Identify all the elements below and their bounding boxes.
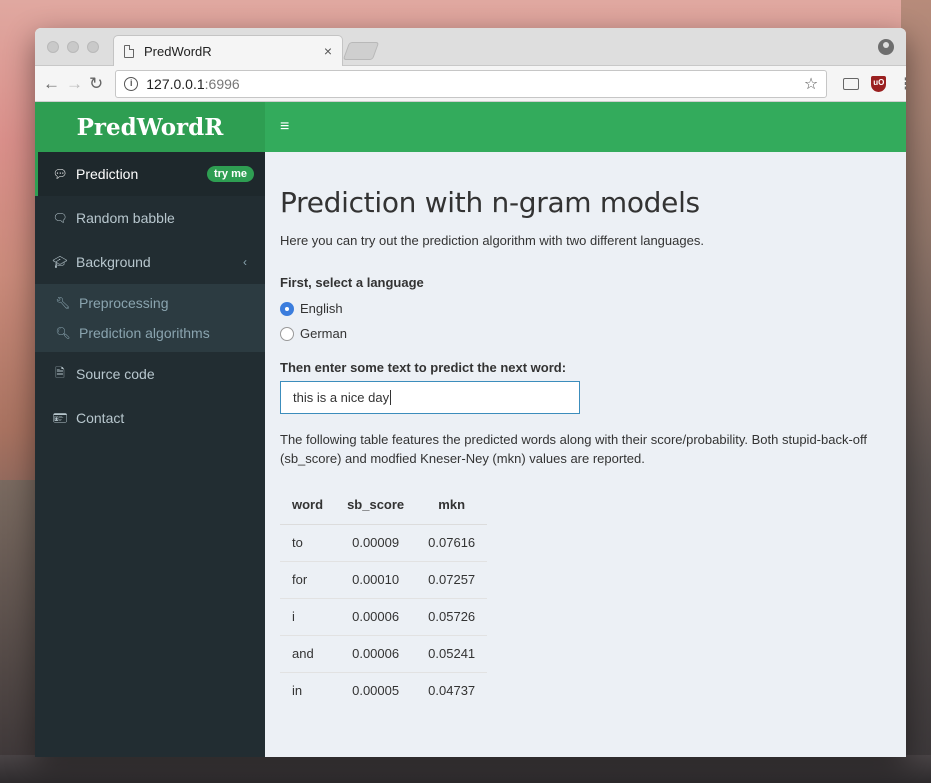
tab-title: PredWordR <box>144 43 212 59</box>
sidebar-item-label: Background <box>76 254 151 270</box>
sidebar-item-source-code[interactable]: 🗎︎ Source code <box>35 352 265 396</box>
main-panel: ≡ Prediction with n-gram models Here you… <box>265 102 906 757</box>
file-code-icon: 🗎︎ <box>55 365 65 380</box>
table-row: in 0.00005 0.04737 <box>280 672 487 709</box>
sidebar-item-random-babble[interactable]: 🗨︎ Random babble <box>35 196 265 240</box>
prediction-table: word sb_score mkn to 0.00009 0.07616 for <box>280 486 488 709</box>
sidebar-subitem-preprocessing[interactable]: 🔧︎ Preprocessing <box>35 288 265 318</box>
back-arrow-icon[interactable]: ← <box>43 74 60 94</box>
browser-tab[interactable]: PredWordR × <box>113 35 343 66</box>
reload-icon[interactable]: ↻ <box>89 74 103 94</box>
intro-text: Here you can try out the prediction algo… <box>280 233 704 248</box>
comments-icon: 🗨︎ <box>52 211 68 225</box>
radio-button[interactable] <box>280 301 294 316</box>
table-cell: 0.00006 <box>335 635 417 673</box>
info-icon[interactable]: i <box>124 76 139 91</box>
content-area: Prediction with n-gram models Here you c… <box>265 152 906 709</box>
minimize-window-button[interactable] <box>67 41 79 53</box>
table-cell: 0.00010 <box>335 561 417 599</box>
page-title: Prediction with n-gram models <box>280 186 700 219</box>
graduation-cap-icon: 🎓︎ <box>52 255 68 269</box>
app-logo[interactable]: PredWordR <box>35 102 265 152</box>
chevron-left-icon: ‹ <box>243 255 247 269</box>
table-cell: to <box>280 524 336 562</box>
desktop-background-bottom <box>0 755 931 783</box>
background-submenu: 🔧︎ Preprocessing 🔍︎ Prediction algorithm… <box>35 284 265 352</box>
table-row: for 0.00010 0.07257 <box>280 561 488 599</box>
radio-label: German <box>300 326 347 341</box>
table-cell: in <box>292 683 303 699</box>
document-icon <box>124 44 134 58</box>
radio-label: English <box>300 301 343 316</box>
sidebar-item-contact[interactable]: 🪪︎ Contact <box>35 396 265 440</box>
text-caret <box>390 390 392 405</box>
sidebar-toggle-icon[interactable]: ≡ <box>280 118 289 136</box>
cast-icon[interactable] <box>843 77 860 90</box>
column-header: word <box>280 486 336 525</box>
column-header: sb_score <box>335 486 417 525</box>
sidebar-subitem-label: Preprocessing <box>79 295 169 311</box>
radio-button[interactable] <box>280 326 294 341</box>
sidebar-item-background[interactable]: 🎓︎ Background ‹ <box>35 240 265 284</box>
sidebar: PredWordR 💬︎ Prediction try me 🗨︎ Random… <box>35 102 265 757</box>
browser-menu-icon[interactable]: ⋮ <box>898 74 906 94</box>
try-me-badge: try me <box>206 166 254 182</box>
table-row: i 0.00006 0.05726 <box>280 598 488 636</box>
column-header: mkn <box>416 486 488 525</box>
close-tab-icon[interactable]: × <box>324 43 332 59</box>
table-cell: 0.07616 <box>416 524 488 562</box>
desktop-background-left <box>0 480 40 783</box>
sidebar-subitem-prediction-algorithms[interactable]: 🔍︎ Prediction algorithms <box>35 318 265 348</box>
table-row: to 0.00009 0.07616 <box>280 524 488 562</box>
url-host: 127.0.0.1 <box>146 75 205 92</box>
sidebar-subitem-label: Prediction algorithms <box>79 325 210 341</box>
radio-option-english[interactable]: English <box>280 296 891 321</box>
sidebar-item-label: Prediction <box>76 166 139 182</box>
browser-toolbar: ← → ↻ i 127.0.0.1:6996 ☆ uO ⋮ <box>35 66 906 102</box>
table-header-row: word sb_score mkn <box>280 486 488 525</box>
address-card-icon: 🪪︎ <box>52 411 68 425</box>
top-navbar: ≡ <box>265 102 906 152</box>
url-port: :6996 <box>204 75 240 92</box>
browser-window: PredWordR × ← → ↻ i 127.0.0.1:6996 ☆ uO … <box>35 28 906 757</box>
bookmark-star-icon[interactable]: ☆ <box>804 74 818 94</box>
close-window-button[interactable] <box>47 41 59 53</box>
tab-bar: PredWordR × <box>35 28 906 66</box>
sidebar-item-prediction[interactable]: 💬︎ Prediction try me <box>35 152 265 196</box>
sidebar-item-label: Source code <box>76 366 155 382</box>
table-cell: 0.00005 <box>352 683 400 699</box>
table-cell: and <box>280 635 336 673</box>
table-cell: i <box>280 598 336 636</box>
ublock-icon[interactable]: uO <box>871 75 887 92</box>
profile-icon[interactable] <box>878 39 894 55</box>
comment-icon: 💬︎ <box>52 167 68 181</box>
table-row: and 0.00006 0.05241 <box>280 635 488 673</box>
wrench-icon: 🔧︎ <box>55 296 71 310</box>
sidebar-item-label: Random babble <box>76 210 175 226</box>
sidebar-item-label: Contact <box>76 410 125 426</box>
text-input-label: Then enter some text to predict the next… <box>280 360 567 375</box>
table-cell: 0.07257 <box>416 561 488 599</box>
table-cell: for <box>280 561 336 599</box>
maximize-window-button[interactable] <box>87 41 99 53</box>
table-cell: 0.05241 <box>416 635 488 673</box>
table-cell: 0.00009 <box>335 524 417 562</box>
search-icon: 🔍︎ <box>55 326 71 340</box>
prediction-text-input[interactable]: this is a nice day <box>280 381 580 414</box>
table-cell: 0.05726 <box>416 598 488 636</box>
new-tab-button[interactable] <box>342 42 380 60</box>
language-label: First, select a language <box>280 275 424 290</box>
table-description: The following table features the predict… <box>280 432 868 466</box>
shiny-app: PredWordR 💬︎ Prediction try me 🗨︎ Random… <box>35 102 906 757</box>
table-cell: 0.04737 <box>428 683 476 699</box>
address-bar[interactable]: i 127.0.0.1:6996 ☆ <box>115 69 828 98</box>
table-cell: 0.00006 <box>335 598 417 636</box>
radio-option-german[interactable]: German <box>280 321 891 346</box>
forward-arrow-icon[interactable]: → <box>66 74 83 94</box>
input-value: this is a nice day <box>293 390 390 405</box>
